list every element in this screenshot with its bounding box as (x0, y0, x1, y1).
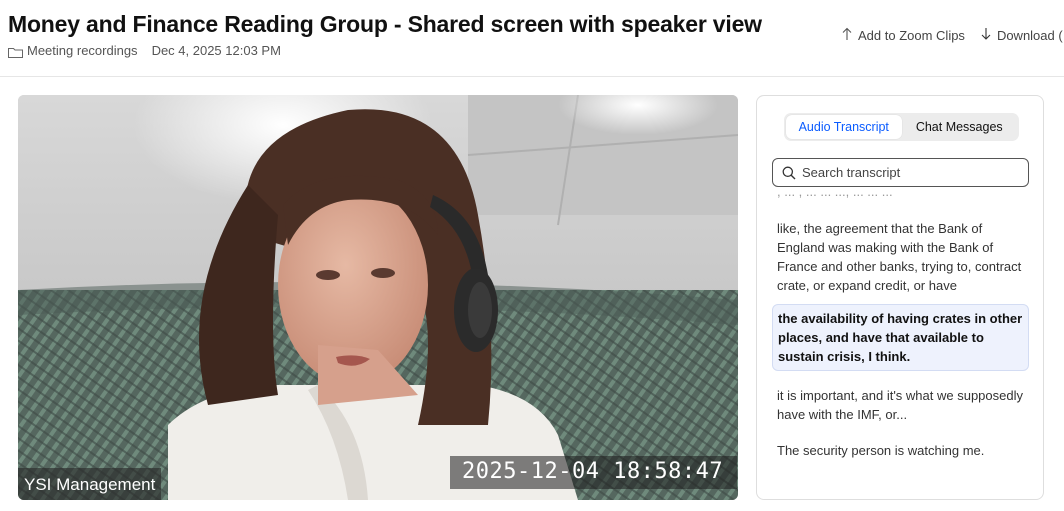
upload-icon (842, 27, 852, 40)
transcript-segment[interactable]: it is important, and it's what we suppos… (772, 382, 1029, 428)
search-icon (782, 166, 796, 179)
download-label: Download ( (996, 28, 1063, 43)
search-input[interactable] (802, 165, 1022, 180)
add-to-zoom-clips-button[interactable]: Add to Zoom Clips (842, 27, 965, 43)
participant-name-tag: YSI Management (18, 468, 162, 500)
page-title: Money and Finance Reading Group - Shared… (8, 11, 762, 37)
folder-link[interactable]: Meeting recordings (27, 43, 138, 58)
download-button[interactable]: Download ( (981, 28, 1063, 43)
transcript-segment[interactable]: The security person is watching me. (772, 437, 1029, 464)
speaker-video-frame (18, 95, 738, 500)
transcript-list[interactable]: , ... , ... ... ..., ... ... ... like, t… (757, 191, 1043, 499)
transcript-segment[interactable]: like, the agreement that the Bank of Eng… (772, 215, 1029, 299)
recording-meta: Meeting recordings Dec 4, 2025 12:03 PM (8, 43, 281, 58)
tab-audio-transcript[interactable]: Audio Transcript (786, 115, 902, 139)
transcript-partial-line: , ... , ... ... ..., ... ... ... (777, 191, 893, 199)
transcript-search-box[interactable] (772, 158, 1029, 187)
tab-chat-messages[interactable]: Chat Messages (902, 115, 1018, 139)
video-timestamp-overlay: 2025-12-04 18:58:47 (450, 456, 738, 489)
folder-icon (8, 46, 23, 58)
download-icon (981, 28, 991, 40)
recording-date: Dec 4, 2025 12:03 PM (151, 43, 281, 58)
transcript-panel: Audio Transcript Chat Messages , ... , .… (756, 95, 1044, 500)
add-to-zoom-clips-label: Add to Zoom Clips (858, 28, 965, 43)
panel-tabs: Audio Transcript Chat Messages (784, 113, 1019, 141)
video-player[interactable]: YSI Management 2025-12-04 18:58:47 (18, 95, 738, 500)
recording-header: Money and Finance Reading Group - Shared… (0, 0, 1064, 77)
transcript-segment-active[interactable]: the availability of having crates in oth… (772, 304, 1029, 371)
header-actions: Add to Zoom Clips Download ( (842, 27, 1063, 43)
